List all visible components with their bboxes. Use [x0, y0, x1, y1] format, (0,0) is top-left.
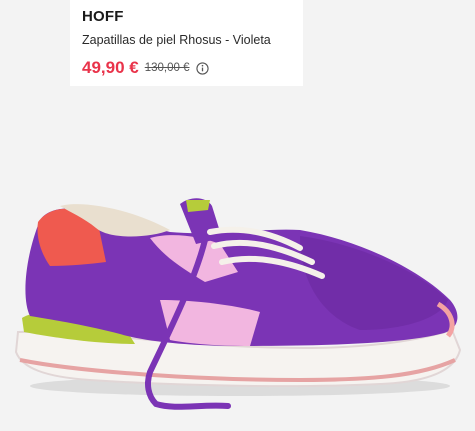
info-circle-icon[interactable]	[195, 61, 209, 75]
price-row: 49,90 € 130,00 €	[82, 58, 291, 78]
product-name: Zapatillas de piel Rhosus - Violeta	[82, 33, 271, 47]
brand-name: HOFF	[82, 8, 124, 25]
original-price: 130,00 €	[144, 62, 190, 74]
current-price: 49,90 €	[82, 58, 139, 77]
product-card[interactable]: HOFF Zapatillas de piel Rhosus - Violeta…	[70, 0, 303, 86]
product-page: HOFF Zapatillas de piel Rhosus - Violeta…	[0, 0, 475, 431]
